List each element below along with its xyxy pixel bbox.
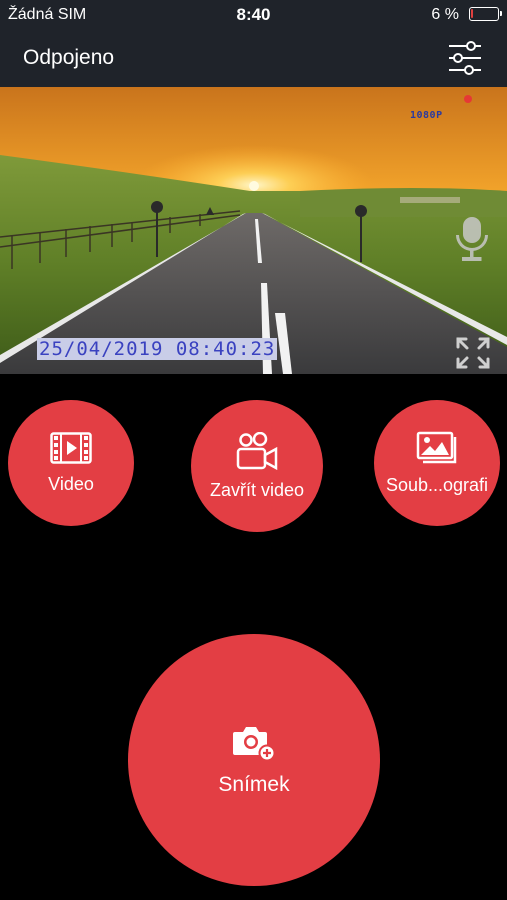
live-video-preview[interactable]: 1080P 25/04/2019 08:40:23 <box>0 87 507 374</box>
sliders-icon[interactable] <box>447 40 483 76</box>
battery-icon <box>469 7 502 21</box>
video-button-label: Video <box>48 473 94 494</box>
close-video-button[interactable]: Zavřít video <box>191 400 323 532</box>
video-camera-icon <box>235 431 279 470</box>
video-button[interactable]: Video <box>8 400 134 526</box>
recording-indicator <box>464 95 472 103</box>
close-video-button-label: Zavřít video <box>209 479 305 500</box>
status-bar: Žádná SIM 8:40 6 % <box>0 0 507 30</box>
video-timestamp: 25/04/2019 08:40:23 <box>37 338 278 360</box>
files-button[interactable]: Soub...ografi <box>374 400 500 526</box>
files-button-label: Soub...ografi <box>385 474 489 495</box>
navigation-bar: Odpojeno <box>0 30 507 87</box>
snapshot-button-label: Snímek <box>218 773 290 796</box>
camera-plus-icon <box>232 723 276 761</box>
battery-percent: 6 % <box>431 6 459 23</box>
gallery-icon <box>416 431 458 465</box>
connection-status-title: Odpojeno <box>23 46 115 69</box>
expand-icon[interactable] <box>455 336 491 370</box>
resolution-label: 1080P <box>410 110 443 121</box>
microphone-icon[interactable] <box>452 215 492 263</box>
snapshot-button[interactable]: Snímek <box>128 634 380 886</box>
film-icon <box>50 431 92 464</box>
